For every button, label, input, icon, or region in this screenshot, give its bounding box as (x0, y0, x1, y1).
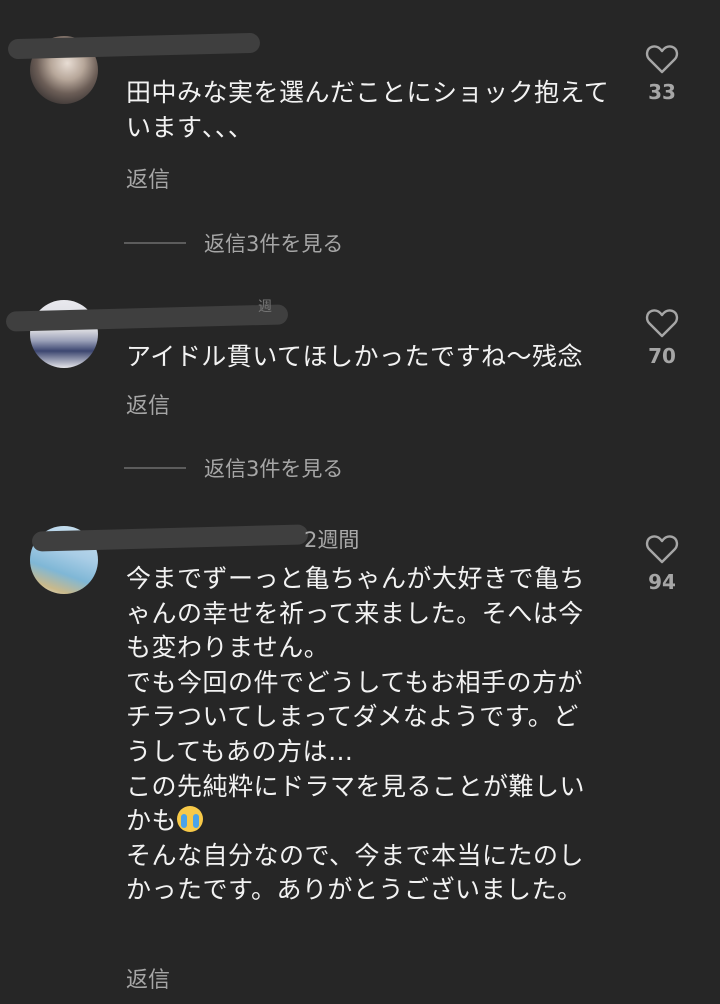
crying-face-icon (177, 806, 204, 833)
comment-line: ゃんの幸せを祈って来ました。そへは今 (126, 598, 584, 628)
like-count: 33 (648, 80, 676, 104)
heart-icon (645, 535, 679, 564)
heart-icon (645, 45, 679, 74)
like-count: 70 (648, 344, 676, 368)
comment-line: かも (126, 804, 626, 839)
comment-text-content: 田中みな実を選んだことにショック抱えています､､､ (126, 78, 610, 142)
comment-line: そんな自分なので、今まで本当にたのし (126, 840, 585, 870)
like-button[interactable]: 94 (638, 534, 686, 594)
reply-button[interactable]: 返信 (126, 162, 170, 194)
view-replies-button[interactable]: 返信3件を見る (124, 453, 343, 483)
like-count: 94 (648, 570, 676, 594)
comment-line: でも今回の件でどうしてもお相手の方が (126, 667, 584, 697)
comment-text: 田中みな実を選んだことにショック抱えています､､､ (126, 76, 626, 145)
comment-text: アイドル貫いてほしかったですね〜残念 (126, 340, 626, 375)
comment-text: 今までずーっと亀ちゃんが大好きで亀ち ゃんの幸せを祈って来ました。そへは今 も変… (126, 562, 626, 908)
reply-button[interactable]: 返信 (126, 388, 170, 420)
comment-line: も変わりません。 (126, 633, 330, 663)
like-button[interactable]: 33 (638, 44, 686, 104)
divider (124, 467, 186, 469)
comment-list: 田中みな実を選んだことにショック抱えています､､､ 返信 33 返信3件を見る … (0, 0, 720, 1004)
comment-line-text: かも (126, 806, 178, 836)
comment-line: この先純粋にドラマを見ることが難しい (126, 771, 586, 801)
view-replies-button[interactable]: 返信3件を見る (124, 228, 343, 258)
comment-time: 週 (258, 299, 272, 315)
comment-line: うしてもあの方は… (126, 736, 354, 766)
heart-icon (645, 309, 679, 338)
comment-line: かったです。ありがとうございました。 (126, 875, 583, 905)
comment-time: 2週間 (304, 528, 360, 552)
like-button[interactable]: 70 (638, 308, 686, 368)
reply-button[interactable]: 返信 (126, 962, 170, 994)
view-replies-label: 返信3件を見る (204, 457, 344, 481)
comment-text-content: アイドル貫いてほしかったですね〜残念 (126, 342, 584, 371)
view-replies-label: 返信3件を見る (204, 232, 344, 256)
comment-line: 今までずーっと亀ちゃんが大好きで亀ち (126, 564, 586, 593)
comment-line: チラついてしまってダメなようです。ど (126, 702, 579, 732)
divider (124, 242, 186, 244)
redacted-username (7, 32, 261, 60)
